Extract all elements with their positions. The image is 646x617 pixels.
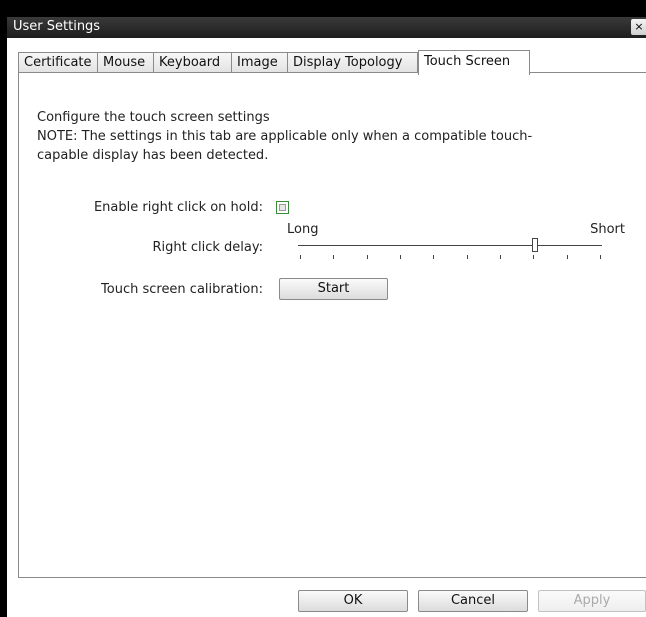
slider-tick (500, 255, 501, 259)
slider-tick (533, 255, 534, 259)
tab-mouse[interactable]: Mouse (97, 52, 154, 73)
description-line-2: NOTE: The settings in this tab are appli… (37, 129, 533, 144)
slider-tick (600, 255, 601, 259)
slider-min-label: Long (287, 222, 319, 237)
slider-tick (433, 255, 434, 259)
slider-max-label: Short (590, 222, 625, 237)
description-line-1: Configure the touch screen settings (37, 110, 270, 125)
close-icon[interactable]: × (631, 19, 646, 35)
ok-button[interactable]: OK (298, 590, 408, 612)
enable-right-click-checkbox[interactable] (276, 201, 289, 214)
slider-tick (367, 255, 368, 259)
settings-panel: Certificate Mouse Keyboard Image Display… (7, 38, 646, 617)
tab-display-topology[interactable]: Display Topology (287, 52, 418, 73)
tab-strip: Certificate Mouse Keyboard Image Display… (18, 50, 646, 75)
right-click-delay-label: Right click delay: (152, 240, 264, 255)
enable-right-click-label: Enable right click on hold: (93, 200, 263, 215)
tab-keyboard[interactable]: Keyboard (153, 52, 232, 73)
slider-tick (333, 255, 334, 259)
slider-tick (300, 255, 301, 259)
slider-tick (467, 255, 468, 259)
window-titlebar: User Settings × (7, 17, 646, 38)
right-click-delay-slider[interactable]: Long Short (287, 222, 625, 262)
apply-button[interactable]: Apply (538, 590, 646, 612)
touch-screen-description: Configure the touch screen settings NOTE… (37, 108, 617, 165)
calibration-label: Touch screen calibration: (101, 282, 263, 297)
tab-image[interactable]: Image (231, 52, 288, 73)
slider-tick (567, 255, 568, 259)
slider-track[interactable] (298, 245, 602, 246)
window-title: User Settings (13, 19, 101, 34)
tab-certificate[interactable]: Certificate (18, 52, 98, 73)
tab-touch-screen[interactable]: Touch Screen (418, 50, 530, 75)
start-calibration-button[interactable]: Start (279, 278, 388, 300)
slider-tick (400, 255, 401, 259)
description-line-3: capable display has been detected. (37, 148, 269, 163)
slider-thumb[interactable] (532, 238, 538, 252)
cancel-button[interactable]: Cancel (418, 590, 528, 612)
